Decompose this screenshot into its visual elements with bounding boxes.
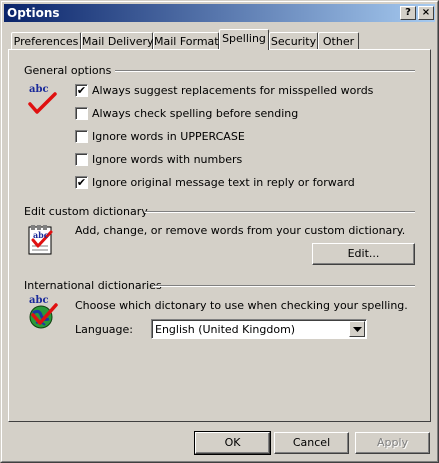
help-icon: ? (405, 7, 411, 18)
language-select[interactable]: English (United Kingdom) (151, 319, 367, 339)
custom-dictionary-heading: Edit custom dictionary (24, 205, 148, 218)
title-bar[interactable]: Options ? × (4, 4, 435, 22)
option-label: Always suggest replacements for misspell… (92, 84, 374, 97)
tab-other[interactable]: Other (318, 32, 359, 50)
tab-label: Security (270, 35, 317, 48)
international-dictionaries-divider (153, 285, 415, 287)
abc-spell-check-icon: abc (27, 84, 59, 116)
general-options-heading: General options (24, 64, 112, 77)
apply-button[interactable]: Apply (355, 432, 430, 454)
option-label: Always check spelling before sending (92, 107, 299, 120)
tab-mail-delivery[interactable]: Mail Delivery (81, 32, 154, 50)
ignore-numbers-checkbox[interactable] (75, 153, 88, 166)
option-label: Ignore words with numbers (92, 153, 243, 166)
globe-spell-check-icon: abc (27, 295, 59, 329)
abc-text: abc (33, 230, 49, 240)
tab-mail-format[interactable]: Mail Format (153, 32, 219, 50)
tab-label: Mail Delivery (82, 35, 154, 48)
spelling-tab-panel: General options abc ✔ Always suggest rep… (8, 49, 431, 422)
apply-button-label: Apply (376, 436, 409, 449)
custom-dictionary-divider (145, 211, 415, 213)
edit-button-label: Edit... (347, 247, 380, 260)
international-dictionaries-heading: International dictionaries (24, 279, 162, 292)
cancel-button[interactable]: Cancel (274, 432, 349, 454)
ignore-original-text-checkbox[interactable]: ✔ (75, 176, 88, 189)
dropdown-button[interactable] (349, 321, 365, 337)
tab-label: Spelling (222, 32, 266, 45)
tab-label: Mail Format (154, 35, 219, 48)
edit-dictionary-button[interactable]: Edit... (312, 243, 415, 265)
general-options-divider (115, 70, 415, 72)
close-button[interactable]: × (418, 6, 434, 20)
abc-text: abc (29, 295, 49, 306)
options-dialog: Options ? × Preferences Mail Delivery Ma… (0, 0, 439, 463)
option-label: Ignore words in UPPERCASE (92, 130, 245, 143)
suggest-replacements-checkbox[interactable]: ✔ (75, 84, 88, 97)
custom-dictionary-description: Add, change, or remove words from your c… (75, 224, 406, 237)
option-label: Ignore original message text in reply or… (92, 176, 355, 189)
ok-button[interactable]: OK (194, 431, 271, 455)
window-title: Options (7, 6, 60, 20)
tab-label: Preferences (13, 35, 79, 48)
international-description: Choose which dictonary to use when check… (75, 299, 408, 312)
ignore-uppercase-checkbox[interactable] (75, 130, 88, 143)
tab-preferences[interactable]: Preferences (11, 32, 81, 50)
language-label: Language: (75, 323, 133, 336)
chevron-down-icon (353, 327, 362, 332)
ok-button-label: OK (224, 436, 241, 449)
tab-security[interactable]: Security (269, 32, 318, 50)
tab-spelling[interactable]: Spelling (219, 29, 269, 50)
close-icon: × (421, 7, 431, 18)
tab-label: Other (322, 35, 355, 48)
check-before-sending-checkbox[interactable] (75, 107, 88, 120)
cancel-button-label: Cancel (292, 436, 331, 449)
help-button[interactable]: ? (400, 6, 416, 20)
dictionary-notepad-icon: abc (27, 224, 57, 256)
language-value: English (United Kingdom) (155, 323, 296, 336)
